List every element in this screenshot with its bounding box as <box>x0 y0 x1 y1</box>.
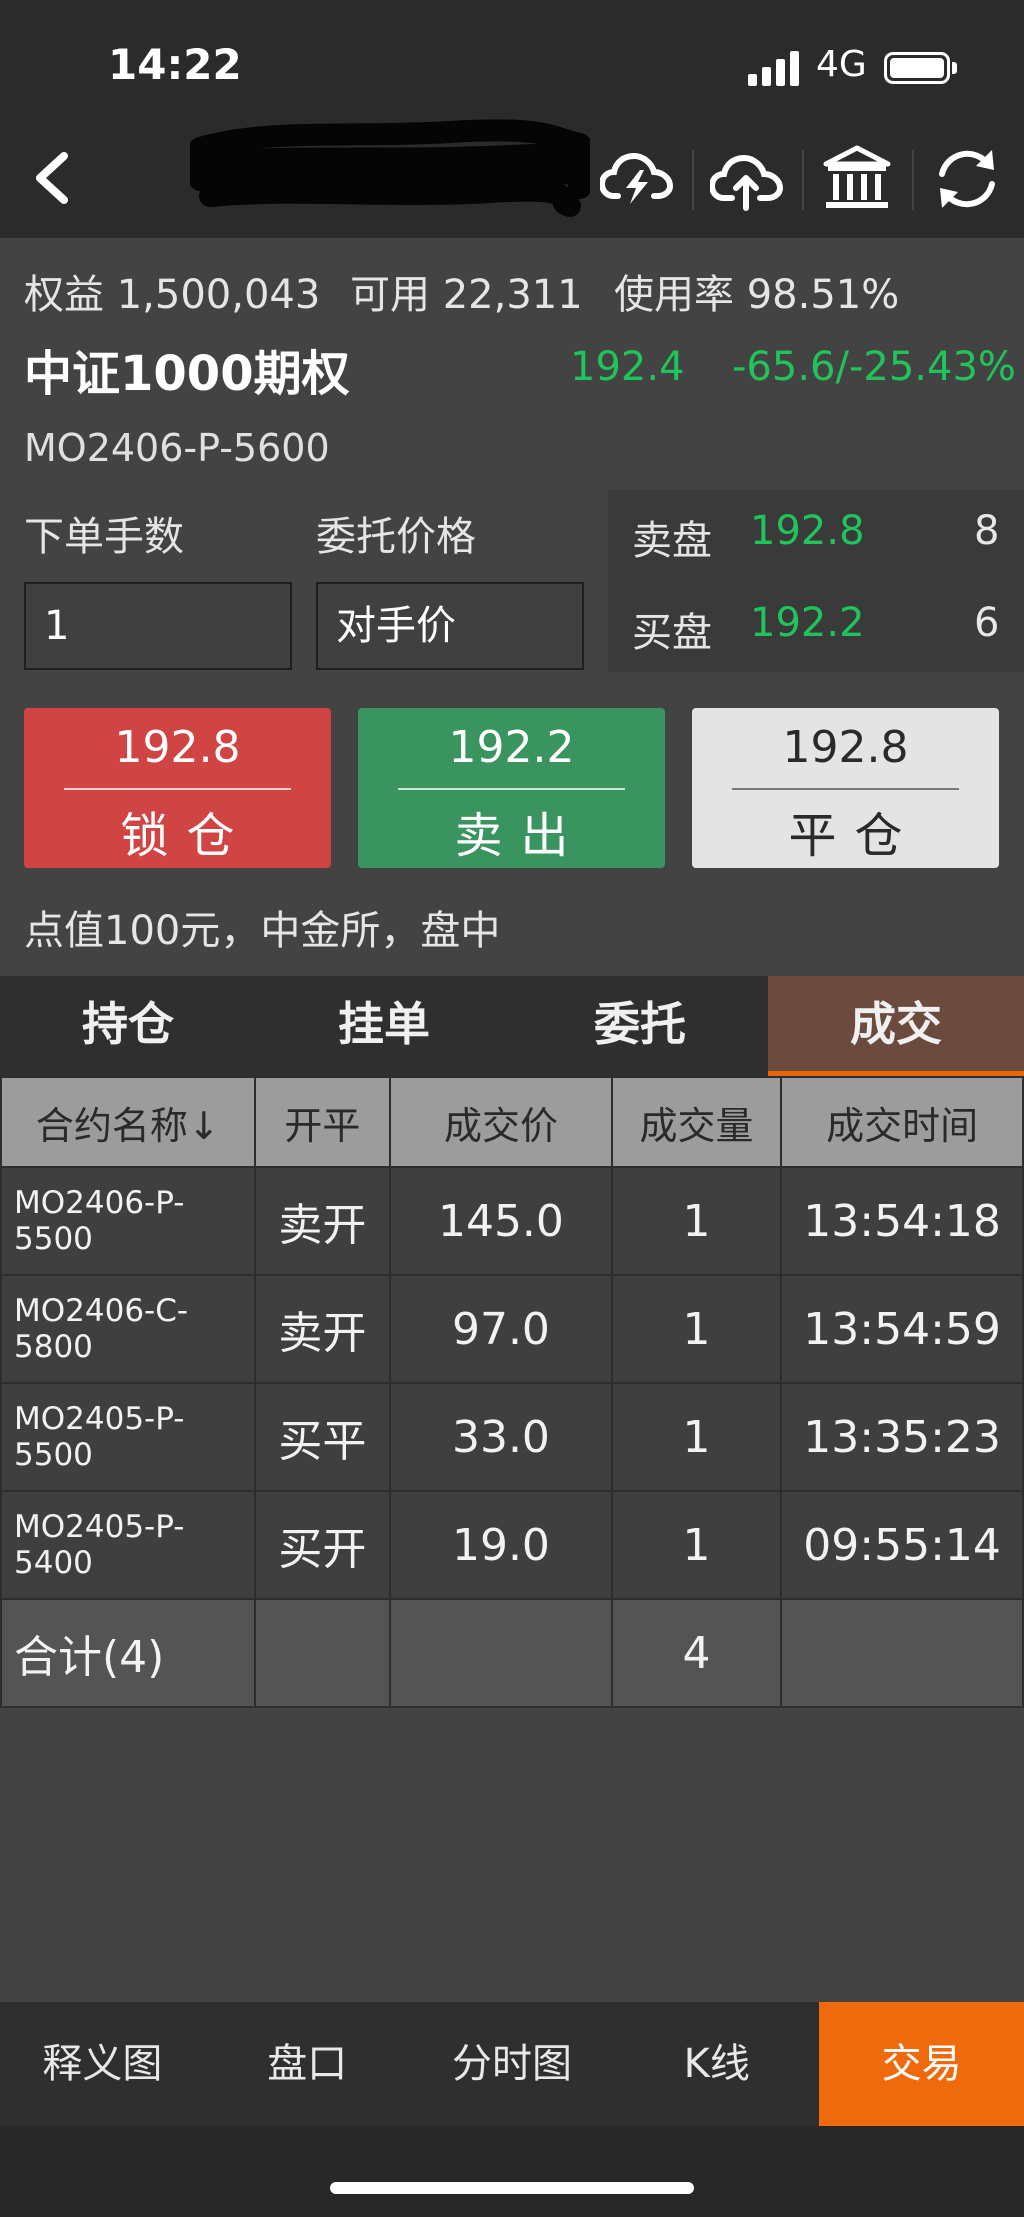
sell-label: 卖出 <box>454 808 587 864</box>
lock-position-label: 锁仓 <box>120 808 253 864</box>
cell-time: 13:54:59 <box>780 1274 1024 1384</box>
signal-icon <box>748 50 800 86</box>
close-position-button[interactable]: 192.8 平仓 <box>692 708 999 868</box>
back-icon[interactable] <box>24 148 84 208</box>
nav-kline[interactable]: K线 <box>614 2002 819 2126</box>
battery-icon <box>884 52 950 84</box>
cell-contract: MO2405-P-5400 <box>0 1490 256 1600</box>
bottom-nav: 释义图 盘口 分时图 K线 交易 <box>0 2002 1024 2126</box>
equity-value: 1,500,043 <box>116 272 321 318</box>
contract-code: MO2406-P-5600 <box>24 426 330 470</box>
home-indicator[interactable] <box>330 2182 694 2194</box>
col-trade-volume: 成交量 <box>610 1076 783 1168</box>
col-contract-name[interactable]: 合约名称↓ <box>0 1076 256 1168</box>
sell-price: 192.2 <box>448 722 575 773</box>
trades-table: 合约名称↓ 开平 成交价 成交量 成交时间 MO2406-P-5500 卖开 1… <box>0 1076 1024 1708</box>
cell-volume: 1 <box>610 1382 783 1492</box>
sell-button[interactable]: 192.2 卖出 <box>358 708 665 868</box>
usage-value: 98.51% <box>746 272 900 318</box>
qty-input[interactable]: 1 <box>24 582 292 670</box>
total-volume: 4 <box>610 1598 783 1708</box>
cell-contract: MO2406-C-5800 <box>0 1274 256 1384</box>
ask-label: 卖盘 <box>632 518 712 564</box>
tab-pending[interactable]: 挂单 <box>256 976 512 1076</box>
cell-price: 19.0 <box>389 1490 613 1600</box>
table-row[interactable]: MO2406-C-5800 卖开 97.0 1 13:54:59 <box>0 1274 1024 1384</box>
available-label: 可用 <box>350 272 430 318</box>
table-row[interactable]: MO2405-P-5500 买平 33.0 1 13:35:23 <box>0 1382 1024 1492</box>
usage-label: 使用率 <box>614 272 734 318</box>
nav-trade[interactable]: 交易 <box>819 2002 1024 2126</box>
order-price-input[interactable]: 对手价 <box>316 582 584 670</box>
record-tabs: 持仓 挂单 委托 成交 <box>0 976 1024 1076</box>
price-change: -65.6/-25.43% <box>732 344 1016 390</box>
cell-time: 09:55:14 <box>780 1490 1024 1600</box>
ask-price: 192.8 <box>750 508 865 554</box>
cell-time: 13:54:18 <box>780 1166 1024 1276</box>
cell-price: 33.0 <box>389 1382 613 1492</box>
cell-price: 97.0 <box>389 1274 613 1384</box>
col-open-close: 开平 <box>253 1076 392 1168</box>
table-row[interactable]: MO2406-P-5500 卖开 145.0 1 13:54:18 <box>0 1166 1024 1276</box>
last-price: 192.4 <box>570 344 685 390</box>
tab-orders[interactable]: 委托 <box>512 976 768 1076</box>
close-position-price: 192.8 <box>782 722 909 773</box>
order-price-label: 委托价格 <box>316 514 476 560</box>
available-value: 22,311 <box>442 272 583 318</box>
nav-intraday-chart[interactable]: 分时图 <box>410 2002 615 2126</box>
bid-price: 192.2 <box>750 600 865 646</box>
cell-volume: 1 <box>610 1274 783 1384</box>
cell-volume: 1 <box>610 1490 783 1600</box>
lock-position-button[interactable]: 192.8 锁仓 <box>24 708 331 868</box>
cell-direction: 卖开 <box>253 1166 392 1276</box>
cell-contract: MO2405-P-5500 <box>0 1382 256 1492</box>
total-row: 合计(4) 4 <box>0 1598 1024 1708</box>
bid-volume: 6 <box>974 600 1000 646</box>
status-time: 14:22 <box>108 40 242 89</box>
cloud-lightning-icon[interactable] <box>600 142 674 216</box>
cell-volume: 1 <box>610 1166 783 1276</box>
table-row[interactable]: MO2405-P-5400 买开 19.0 1 09:55:14 <box>0 1490 1024 1600</box>
network-label: 4G <box>816 44 867 85</box>
refresh-icon[interactable] <box>930 142 1004 216</box>
cell-time: 13:35:23 <box>780 1382 1024 1492</box>
nav-explanation-chart[interactable]: 释义图 <box>0 2002 205 2126</box>
cell-contract: MO2406-P-5500 <box>0 1166 256 1276</box>
contract-title: 中证1000期权 <box>24 346 350 402</box>
nav-order-book[interactable]: 盘口 <box>205 2002 410 2126</box>
total-label: 合计(4) <box>0 1598 256 1708</box>
col-trade-time: 成交时间 <box>780 1076 1024 1168</box>
ask-volume: 8 <box>974 508 1000 554</box>
tab-trades[interactable]: 成交 <box>768 976 1024 1076</box>
col-trade-price: 成交价 <box>389 1076 613 1168</box>
cell-direction: 买平 <box>253 1382 392 1492</box>
redacted-title-scribble <box>190 119 590 217</box>
contract-note: 点值100元，中金所，盘中 <box>24 908 501 954</box>
qty-label: 下单手数 <box>24 514 184 560</box>
lock-position-price: 192.8 <box>114 722 241 773</box>
cell-price: 145.0 <box>389 1166 613 1276</box>
table-header: 合约名称↓ 开平 成交价 成交量 成交时间 <box>0 1076 1024 1168</box>
close-position-label: 平仓 <box>788 808 921 864</box>
cell-direction: 买开 <box>253 1490 392 1600</box>
bank-icon[interactable] <box>820 142 894 216</box>
equity-label: 权益 <box>24 272 104 318</box>
cell-direction: 卖开 <box>253 1274 392 1384</box>
bid-label: 买盘 <box>632 610 712 656</box>
cloud-upload-icon[interactable] <box>710 142 784 216</box>
tab-positions[interactable]: 持仓 <box>0 976 256 1076</box>
